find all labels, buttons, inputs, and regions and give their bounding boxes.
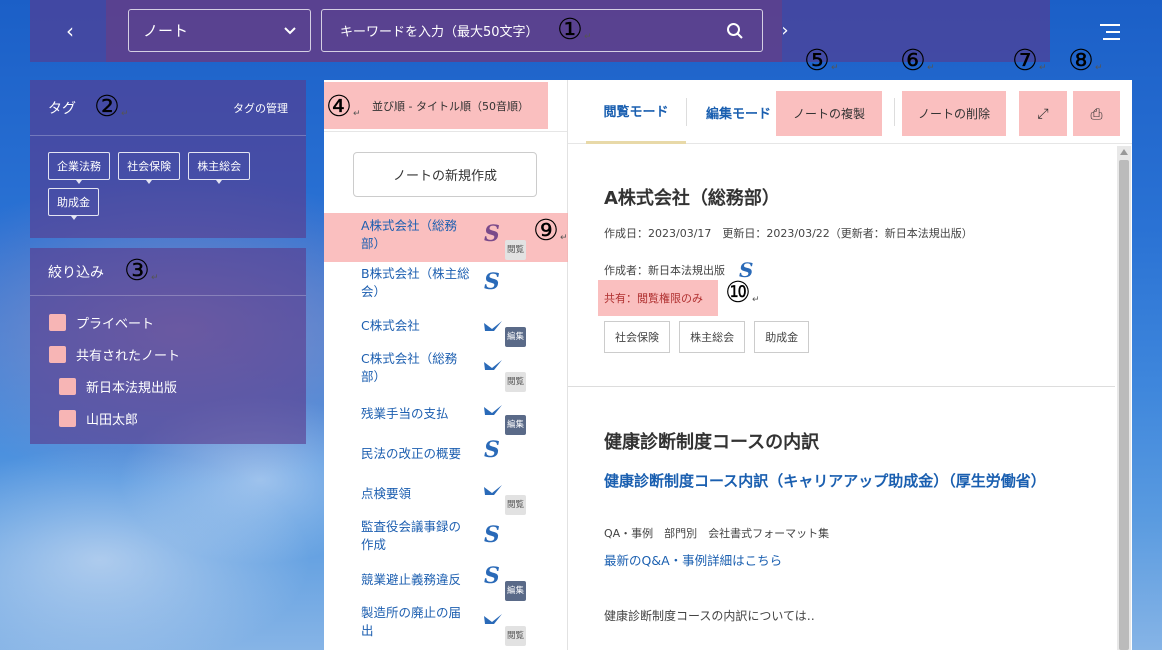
detail-toolbar: 閲覧モード 編集モード ノートの複製 ノートの削除 ⤢ ⎙: [568, 80, 1132, 144]
list-item[interactable]: 点検要領 閲覧: [324, 485, 568, 515]
bird-logo-icon: [484, 405, 502, 415]
publisher-logo-icon: S: [484, 221, 500, 247]
marker-10: ⑩↵: [725, 275, 760, 309]
checkbox[interactable]: [59, 409, 76, 427]
edit-badge: 編集: [505, 581, 527, 601]
tab-view-mode[interactable]: 閲覧モード: [586, 80, 686, 144]
delete-note-button[interactable]: ノートの削除: [902, 91, 1006, 136]
marker-6: ⑥↵: [900, 43, 935, 77]
filter-item-shared[interactable]: 共有されたノート: [49, 338, 306, 370]
marker-3: ③↵: [124, 253, 159, 287]
tag-list: 企業法務 社会保険 株主総会 助成金: [30, 136, 290, 224]
filter-item-user[interactable]: 山田太郎: [49, 402, 306, 434]
reference-meta: QA・事例 部門別 会社書式フォーマット集: [604, 527, 830, 540]
publisher-logo-icon: S: [484, 437, 500, 463]
list-item[interactable]: 残業手当の支払 編集: [324, 405, 568, 435]
sort-select[interactable]: 並び順 - タイトル順（50音順）: [372, 98, 529, 114]
filter-panel: 絞り込み プライベート 共有されたノート 新日本法規出版 山田太郎: [30, 248, 306, 444]
note-body: 健康診断制度コースの内訳については‥: [604, 609, 815, 623]
copy-note-button[interactable]: ノートの複製: [776, 91, 882, 136]
edit-badge: 編集: [505, 415, 527, 435]
chevron-down-icon: [284, 26, 296, 34]
marker-1: ①↵: [557, 12, 592, 46]
checkbox[interactable]: [49, 313, 66, 331]
note-tags: 社会保険 株主総会 助成金: [604, 321, 813, 353]
print-icon[interactable]: ⎙: [1073, 91, 1120, 136]
checkbox[interactable]: [59, 377, 76, 395]
publisher-logo-icon: S: [484, 563, 500, 589]
marker-7: ⑦↵: [1012, 43, 1047, 77]
bird-logo-icon: [484, 321, 502, 331]
marker-4: ④↵: [326, 89, 361, 123]
share-status: 共有：閲覧権限のみ: [604, 292, 703, 305]
category-select-value: ノート: [143, 22, 189, 40]
filter-list: プライベート 共有されたノート 新日本法規出版 山田太郎: [30, 296, 306, 434]
section-title: 健康診断制度コースの内訳: [604, 432, 820, 453]
list-item[interactable]: 監査役会議事録の作成 S: [324, 518, 568, 560]
view-badge: 閲覧: [505, 240, 527, 260]
scrollbar-thumb[interactable]: [1119, 160, 1129, 650]
detail-scrollbar[interactable]: [1117, 146, 1131, 650]
new-note-button[interactable]: ノートの新規作成: [353, 152, 537, 197]
menu-icon[interactable]: [1100, 24, 1120, 45]
view-badge: 閲覧: [505, 495, 527, 515]
tag-chip[interactable]: 企業法務: [48, 152, 110, 184]
search-icon[interactable]: [726, 22, 744, 40]
qa-link[interactable]: 最新のQ&A・事例詳細はこちら: [604, 550, 782, 569]
note-dates: 作成日：2023/03/17 更新日：2023/03/22（更新者：新日本法規出…: [604, 227, 973, 240]
search-input[interactable]: キーワードを入力（最大50文字）: [321, 9, 763, 52]
tags-panel: タグ タグの管理 企業法務 社会保険 株主総会 助成金: [30, 80, 306, 238]
marker-2: ②↵: [94, 89, 129, 123]
bird-logo-icon: [484, 485, 502, 495]
next-arrow-button[interactable]: ›: [774, 0, 796, 62]
list-item[interactable]: C株式会社（総務部） 閲覧: [324, 350, 568, 392]
tag-chip[interactable]: 社会保険: [118, 152, 181, 184]
marker-9: ⑨↵: [533, 213, 568, 247]
checkbox[interactable]: [49, 345, 66, 363]
publisher-logo-icon: S: [484, 269, 500, 295]
marker-5: ⑤↵: [804, 43, 839, 77]
view-badge: 閲覧: [505, 626, 527, 646]
divider: [568, 386, 1115, 387]
edit-badge: 編集: [505, 327, 527, 347]
reference-link[interactable]: 健康診断制度コース内訳（キャリアアップ助成金）（厚生労働省）: [604, 470, 1074, 493]
view-badge: 閲覧: [505, 372, 527, 392]
scroll-up-icon[interactable]: [1120, 149, 1128, 155]
tag-chip[interactable]: 株主総会: [188, 152, 251, 184]
publisher-logo-icon: S: [484, 522, 500, 548]
filter-item-private[interactable]: プライベート: [49, 306, 306, 338]
tag-manage-link[interactable]: タグの管理: [233, 100, 288, 116]
list-item[interactable]: C株式会社 編集: [324, 317, 568, 347]
list-item[interactable]: A株式会社（総務部） S 閲覧: [324, 217, 568, 260]
tag-chip[interactable]: 社会保険: [604, 321, 670, 353]
list-item[interactable]: 製造所の廃止の届出 閲覧: [324, 604, 568, 646]
divider: [894, 98, 895, 126]
divider: [686, 98, 687, 126]
prev-arrow-button[interactable]: ‹: [58, 0, 82, 62]
filter-panel-header: 絞り込み: [30, 248, 306, 296]
filter-item-publisher[interactable]: 新日本法規出版: [49, 370, 306, 402]
bird-logo-icon: [484, 614, 502, 624]
list-item[interactable]: 競業避止義務違反 S 編集: [324, 565, 568, 601]
tags-title: タグ: [48, 100, 76, 117]
tab-edit-mode[interactable]: 編集モード: [706, 80, 771, 144]
tag-chip[interactable]: 株主総会: [679, 321, 746, 353]
list-item[interactable]: B株式会社（株主総会） S: [324, 265, 568, 307]
tags-panel-header: タグ タグの管理: [30, 80, 306, 136]
note-detail-panel: 閲覧モード 編集モード ノートの複製 ノートの削除 ⤢ ⎙ A株式会社（総務部）…: [568, 80, 1132, 650]
expand-icon[interactable]: ⤢: [1019, 91, 1067, 136]
note-list-panel: 並び順 - タイトル順（50音順） ノートの新規作成 A株式会社（総務部） S …: [324, 80, 568, 650]
search-placeholder: キーワードを入力（最大50文字）: [340, 25, 539, 40]
note-title: A株式会社（総務部）: [604, 188, 780, 209]
tag-chip[interactable]: 助成金: [48, 188, 99, 220]
filter-title: 絞り込み: [48, 264, 104, 281]
bird-logo-icon: [484, 360, 502, 370]
marker-8: ⑧↵: [1068, 43, 1103, 77]
category-select[interactable]: ノート: [128, 9, 311, 52]
tag-chip[interactable]: 助成金: [754, 321, 810, 353]
list-item[interactable]: 民法の改正の概要 S: [324, 439, 568, 469]
